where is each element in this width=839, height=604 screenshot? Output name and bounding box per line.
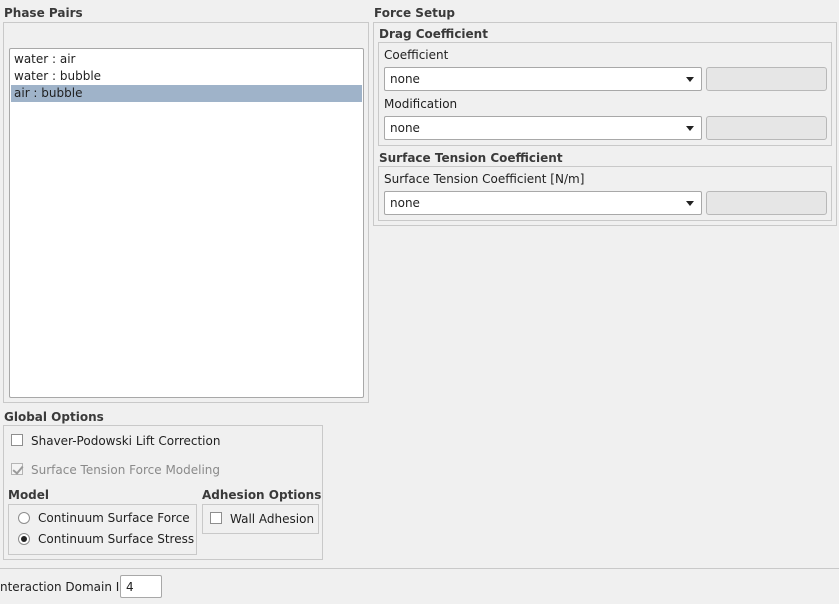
phase-pairs-list[interactable]: water : air water : bubble air : bubble [9, 48, 364, 398]
phase-pairs-title: Phase Pairs [4, 6, 83, 20]
modification-dropdown[interactable]: none [384, 116, 702, 140]
adhesion-options-title: Adhesion Options [202, 488, 322, 502]
bottom-separator [0, 568, 839, 569]
wall-adhesion-label: Wall Adhesion [230, 512, 315, 526]
drag-coefficient-title: Drag Coefficient [379, 27, 488, 41]
surface-tension-modeling-checkbox[interactable] [11, 463, 24, 475]
coefficient-label: Coefficient [384, 48, 449, 62]
lift-correction-label: Shaver-Podowski Lift Correction [31, 434, 221, 448]
surface-tension-modeling-label: Surface Tension Force Modeling [31, 463, 221, 477]
model-group: Continuum Surface Force Continuum Surfac… [8, 504, 197, 555]
continuum-surface-stress-label: Continuum Surface Stress [38, 532, 195, 546]
coefficient-dropdown[interactable]: none [384, 67, 702, 91]
lift-correction-checkbox[interactable] [11, 434, 23, 446]
phase-pair-item[interactable]: water : air [11, 51, 362, 68]
surface-tension-dropdown[interactable]: none [384, 191, 702, 215]
coefficient-value: none [390, 72, 420, 86]
phase-pairs-group: water : air water : bubble air : bubble [3, 22, 369, 403]
surface-tension-coefficient-group: Surface Tension Coefficient [N/m] none [378, 166, 832, 221]
global-options-title: Global Options [4, 410, 104, 424]
coefficient-value-field [706, 67, 827, 91]
modification-label: Modification [384, 97, 458, 111]
surface-tension-coefficient-label: Surface Tension Coefficient [N/m] [384, 172, 585, 186]
phase-pair-item-selected[interactable]: air : bubble [11, 85, 362, 102]
checkmark-icon [12, 463, 24, 475]
adhesion-options-group: Wall Adhesion [202, 504, 319, 534]
global-options-group: Shaver-Podowski Lift Correction Surface … [3, 425, 323, 560]
modification-value: none [390, 121, 420, 135]
modification-value-field [706, 116, 827, 140]
surface-tension-value: none [390, 196, 420, 210]
wall-adhesion-checkbox[interactable] [210, 512, 222, 524]
force-setup-title: Force Setup [374, 6, 455, 20]
interaction-domain-id-input[interactable]: 4 [120, 575, 162, 598]
drag-coefficient-group: Coefficient none Modification none [378, 42, 832, 146]
chevron-down-icon [686, 77, 694, 82]
surface-tension-value-field [706, 191, 827, 215]
continuum-surface-force-radio[interactable] [18, 512, 30, 524]
interaction-domain-id-value: 4 [126, 580, 134, 594]
interaction-domain-label: nteraction Domain ID [0, 580, 129, 594]
chevron-down-icon [686, 201, 694, 206]
continuum-surface-force-label: Continuum Surface Force [38, 511, 190, 525]
chevron-down-icon [686, 126, 694, 131]
surface-tension-coefficient-title: Surface Tension Coefficient [379, 151, 563, 165]
model-title: Model [8, 488, 50, 502]
phase-pair-item[interactable]: water : bubble [11, 68, 362, 85]
radio-selected-dot-icon [21, 536, 27, 542]
continuum-surface-stress-radio[interactable] [18, 533, 30, 545]
